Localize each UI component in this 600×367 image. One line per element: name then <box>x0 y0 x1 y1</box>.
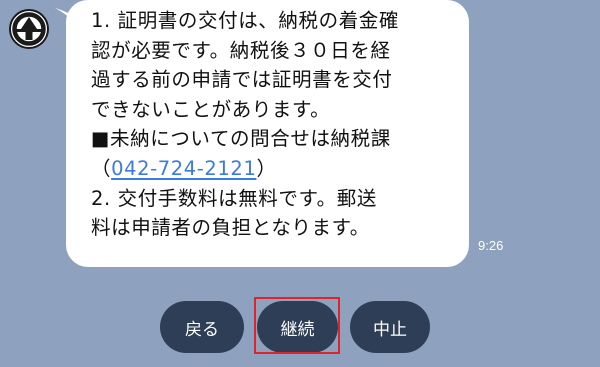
stop-button[interactable]: 中止 <box>350 301 430 353</box>
message-line: 認が必要です。納税後３０日を経 <box>91 38 391 62</box>
back-button[interactable]: 戻る <box>160 301 244 353</box>
message-line: 2. 交付手数料は無料です。郵送 <box>91 186 377 210</box>
message-bubble: 1. 証明書の交付は、納税の着金確 認が必要です。納税後３０日を経 過する前の申… <box>66 0 469 267</box>
message-line: ■未納についての問合せは納税課 <box>91 127 391 151</box>
message-line: できないことがあります。 <box>91 97 331 121</box>
message-line: 1. 証明書の交付は、納税の着金確 <box>91 9 400 32</box>
phone-number-link[interactable]: 042-724-2121 <box>111 157 256 180</box>
avatar[interactable] <box>9 9 49 49</box>
message-line: 過する前の申請では証明書を交付 <box>91 68 393 92</box>
city-emblem-icon <box>9 9 49 49</box>
phone-line: （042-724-2121） <box>91 154 461 184</box>
highlight-box <box>254 297 340 354</box>
open-paren: （ <box>91 156 112 180</box>
message-timestamp: 9:26 <box>478 238 504 253</box>
close-paren: ） <box>256 156 277 180</box>
message-line: 料は申請者の負担となります。 <box>91 216 370 240</box>
